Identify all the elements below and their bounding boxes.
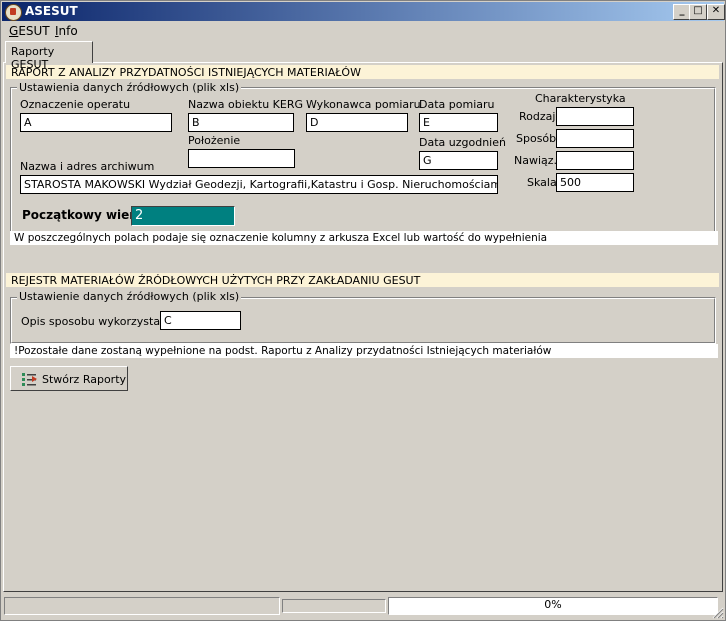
status-pane-main [4,597,280,615]
skala-label: Skala [527,176,557,189]
wykonawca-input[interactable]: D [306,113,408,132]
report2-group-label: Ustawienie danych źródłowych (plik xls) [17,290,242,303]
skala-input[interactable]: 500 [556,173,634,192]
nawiaz-label: Nawiąz. [514,154,558,167]
report1-note: W poszczególnych polach podaje się oznac… [10,231,718,245]
maximize-button[interactable]: □ [689,4,707,20]
progress-text: 0% [544,598,562,611]
menu-info[interactable]: Info [55,24,78,38]
charakterystyka-title: Charakterystyka [535,92,626,105]
menu-gesut[interactable]: GESUT [9,24,50,38]
status-pane-middle [282,599,386,613]
rodzaj-label: Rodzaj [519,110,556,123]
report1-group-label: Ustawienia danych źródłowych (plik xls) [17,81,242,94]
create-reports-label: Stwórz Raporty [42,373,127,386]
report-icon [22,373,37,386]
nawiaz-input[interactable] [556,151,634,170]
opis-label: Opis sposobu wykorzystania [21,315,177,328]
data-uzgodnien-input[interactable]: G [419,151,498,170]
nazwa-obiektu-input[interactable]: B [188,113,294,132]
tab-raporty-gesut[interactable]: Raporty GESUT [5,41,93,71]
oznaczenie-input[interactable]: A [20,113,172,132]
window-title: ASESUT [25,4,78,18]
sposob-input[interactable] [556,129,634,148]
sposob-label: Sposób [516,132,557,145]
polozenie-input[interactable] [188,149,295,168]
start-row-input[interactable]: 2 [131,206,235,226]
menu-info-label: nfo [58,24,78,38]
polozenie-label: Położenie [188,134,241,147]
rodzaj-input[interactable] [556,107,634,126]
opis-input[interactable]: C [160,311,241,330]
resize-grip-icon[interactable] [712,607,724,619]
app-icon[interactable] [5,4,22,21]
oznaczenie-label: Oznaczenie operatu [20,98,131,111]
progress-bar: 0% [388,597,718,615]
nazwa-archiwum-label: Nazwa i adres archiwum [20,160,155,173]
title-bar[interactable]: ASESUT _ □ ✕ [2,2,725,21]
create-reports-button[interactable]: Stwórz Raporty [10,366,128,391]
close-button[interactable]: ✕ [707,4,725,20]
data-pomiaru-label: Data pomiaru [419,98,495,111]
menu-bar: GESUT Info [2,22,724,40]
wykonawca-label: Wykonawca pomiaru [306,98,421,111]
menu-gesut-label: ESUT [18,24,50,38]
report1-header: RAPORT Z ANALIZY PRZYDATNOŚCI ISTNIEJĄCY… [6,65,719,79]
data-pomiaru-input[interactable]: E [419,113,498,132]
nazwa-archiwum-input[interactable]: STAROSTA MAKOWSKI Wydział Geodezji, Kart… [20,175,498,194]
report2-header: REJESTR MATERIAŁÓW ŹRÓDŁOWYCH UŻYTYCH PR… [6,273,719,287]
nazwa-obiektu-label: Nazwa obiektu KERG [188,98,303,111]
report2-note: !Pozostałe dane zostaną wypełnione na po… [10,344,718,358]
menu-gesut-accel: G [9,24,19,38]
data-uzgodnien-label: Data uzgodnień [419,136,506,149]
